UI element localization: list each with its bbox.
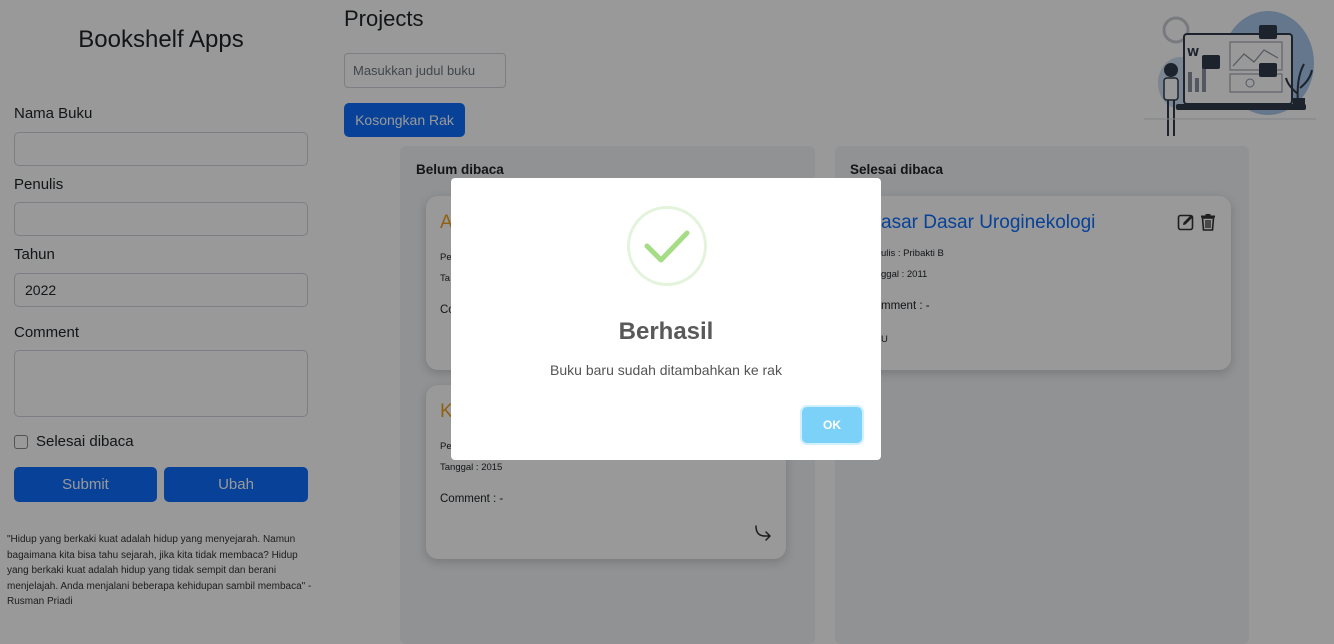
- checkmark-icon: [644, 230, 690, 263]
- dialog-message: Buku baru sudah ditambahkan ke rak: [550, 362, 782, 378]
- ok-button[interactable]: OK: [802, 407, 862, 443]
- success-icon-ring: [627, 206, 707, 286]
- dialog-title: Berhasil: [618, 318, 714, 345]
- success-dialog: Berhasil Buku baru sudah ditambahkan ke …: [451, 178, 881, 460]
